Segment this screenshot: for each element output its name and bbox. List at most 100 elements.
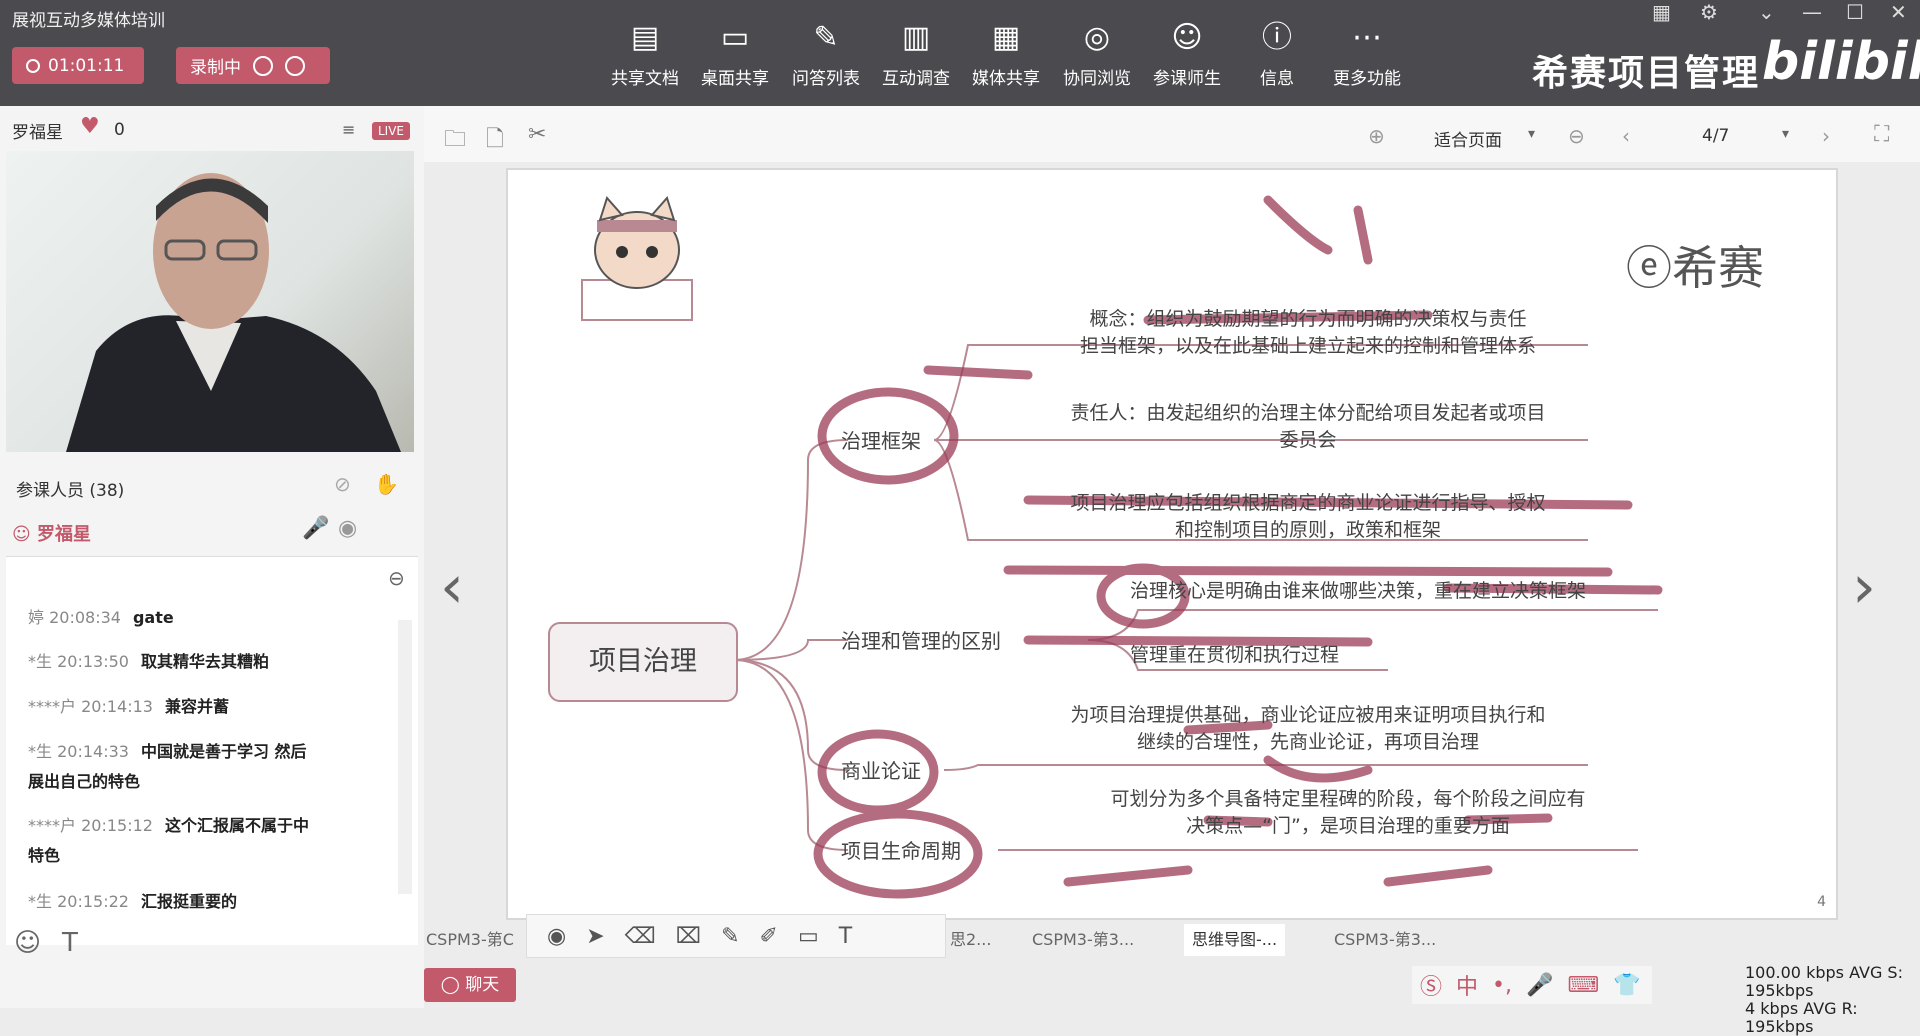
bandwidth-stats: 100.00 kbps AVG S: 195kbps 4 kbps AVG R: … [1745, 964, 1920, 1036]
rectangle-icon[interactable]: ▭ [798, 924, 819, 949]
leaf-governance-include: 项目治理应包括组织根据商定的商业论证进行指导、授权 和控制项目的原则，政策和框架 [1070, 492, 1546, 541]
document-toolbar [424, 106, 1920, 162]
toolbar-label: 信息 [1260, 69, 1294, 89]
toolbar-media-share[interactable]: ▦ 媒体共享 [961, 20, 1051, 89]
toolbar-label: 媒体共享 [972, 69, 1040, 89]
dropdown-icon[interactable]: ▾ [1528, 126, 1535, 142]
zoom-select[interactable]: 适合页面 [1434, 126, 1502, 151]
record-icon[interactable]: ◉ [547, 924, 566, 949]
highlighter-icon[interactable]: ✐ [760, 924, 778, 949]
page-dropdown-icon[interactable]: ▾ [1782, 126, 1789, 142]
punctuation-icon[interactable]: •, [1492, 973, 1512, 998]
sogou-logo-icon[interactable]: Ⓢ [1420, 969, 1442, 1001]
zoom-in-icon[interactable]: ⊕ [1368, 124, 1385, 148]
slide-next-arrow[interactable]: › [1852, 552, 1876, 622]
ime-mode[interactable]: 中 [1456, 969, 1478, 1001]
maximize-icon[interactable]: ☐ [1846, 0, 1864, 24]
toolbar-label: 更多功能 [1333, 69, 1401, 89]
desktop-share-icon: ▭ [720, 20, 750, 55]
toolbar-participants[interactable]: ☺ 参课师生 [1142, 20, 1232, 89]
branch-governance-vs-management: 治理和管理的区别 [841, 629, 1001, 653]
eraser-icon[interactable]: ⌫ [625, 924, 656, 949]
bandwidth-send: 100.00 kbps AVG S: 195kbps [1745, 963, 1903, 1000]
toolbar-desktop-share[interactable]: ▭ 桌面共享 [690, 20, 780, 89]
keyboard-icon[interactable]: ⌨ [1567, 973, 1599, 998]
more-icon: ⋯ [1352, 20, 1382, 55]
voice-icon[interactable]: 🎤 [1526, 973, 1553, 998]
branch-business-case: 商业论证 [841, 759, 921, 783]
chevron-down-icon[interactable]: ⌄ [1758, 0, 1775, 24]
slide-canvas: ⓔ希赛 项目治理 治理框架 治理和管理的区别 商业论证 项目生命周期 概念：组织… [506, 168, 1838, 920]
chat-message-cont: 特色 [28, 846, 61, 865]
toolbar-qa-list[interactable]: ✎ 问答列表 [781, 20, 871, 89]
doc-tab-active[interactable]: 思维导图-... [1184, 924, 1286, 956]
mute-all-icon[interactable]: ⊘ [334, 472, 351, 496]
chat-icon: ◯ [440, 975, 466, 995]
toolbar-label: 共享文档 [611, 69, 679, 89]
minimize-icon[interactable]: — [1802, 0, 1822, 24]
menu-icon[interactable]: ≡ [342, 120, 355, 139]
app-title: 展视互动多媒体培训 [12, 11, 165, 31]
branch-project-lifecycle: 项目生命周期 [841, 839, 961, 863]
toolbar-survey[interactable]: ▥ 互动调查 [871, 20, 961, 89]
prev-page-icon[interactable]: ‹ [1622, 124, 1630, 148]
bandwidth-receive: 4 kbps AVG R: 195kbps [1745, 999, 1858, 1036]
pen-icon[interactable]: ✎ [721, 924, 739, 949]
doc-tab[interactable]: CSPM3-第3... [1032, 924, 1134, 956]
cat-mascot-image [581, 196, 693, 321]
toolbar-co-browse[interactable]: ◎ 协同浏览 [1052, 20, 1142, 89]
camera-icon[interactable]: ◉ [338, 516, 357, 541]
timer-text: 01:01:11 [48, 55, 125, 76]
doc-tab[interactable]: CSPM3-第C [426, 924, 514, 956]
participant-row[interactable]: ☺ 罗福星 [12, 520, 91, 546]
brand-title: 希赛项目管理 [1532, 53, 1761, 94]
chat-message: *生 20:14:33 中国就是善于学习 然后 [28, 742, 307, 761]
host-name: 罗福星 [12, 123, 63, 143]
pointer-icon[interactable]: ➤ [586, 924, 604, 949]
user-icon: ☺ [12, 524, 38, 545]
text-tool-icon[interactable]: T [839, 924, 852, 949]
file-icon[interactable]: 🗋 [486, 122, 504, 160]
chat-button[interactable]: ◯ 聊天 [424, 968, 516, 1002]
scissors-icon[interactable]: ✂ [528, 122, 546, 147]
hand-icon[interactable]: ✋ [374, 472, 399, 496]
zoom-out-icon[interactable]: ⊖ [1568, 124, 1585, 148]
microphone-icon[interactable]: 🎤 [302, 516, 329, 541]
branch-governance-framework: 治理框架 [841, 429, 921, 453]
leaf-management-focus: 管理重在贯彻和执行过程 [1130, 644, 1340, 666]
doc-tab[interactable]: CSPM3-第3... [1334, 924, 1436, 956]
browse-icon: ◎ [1083, 20, 1111, 55]
skin-icon[interactable]: 👕 [1613, 973, 1640, 998]
gear-icon[interactable]: ⚙ [1700, 0, 1718, 24]
chat-scrollbar[interactable] [398, 620, 412, 894]
stop-record-icon[interactable] [285, 55, 305, 76]
pause-record-icon[interactable] [253, 55, 273, 76]
chat-message-cont: 展出自己的特色 [28, 772, 141, 791]
emoji-icon[interactable]: ☺ [14, 928, 41, 958]
folder-icon[interactable]: 🗀 [444, 122, 466, 160]
toolbar-share-document[interactable]: ▤ 共享文档 [600, 20, 690, 89]
mindmap-root: 项目治理 [548, 622, 738, 702]
doc-tab[interactable]: 思2... [950, 924, 991, 956]
collapse-icon[interactable]: ⊖ [388, 566, 405, 590]
media-share-icon: ▦ [991, 20, 1021, 55]
page-indicator[interactable]: 4/7 [1702, 126, 1729, 146]
clear-icon[interactable]: ⌧ [676, 924, 701, 949]
slide-prev-arrow[interactable]: ‹ [440, 552, 464, 622]
recording-badge[interactable]: 录制中 [176, 47, 330, 84]
presenter-silhouette [66, 173, 401, 452]
fullscreen-icon[interactable]: ⛶ [1874, 122, 1889, 147]
host-video [6, 151, 414, 452]
next-page-icon[interactable]: › [1822, 124, 1830, 148]
toolbar-label: 参课师生 [1153, 69, 1221, 89]
grid-icon[interactable]: ▦ [1652, 0, 1671, 24]
xisai-logo: ⓔ希赛 [1626, 241, 1764, 295]
toolbar-info[interactable]: ⓘ 信息 [1232, 20, 1322, 89]
leaf-lifecycle: 可划分为多个具备特定里程碑的阶段，每个阶段之间应有 决策点—“门”，是项目治理的重… [1110, 788, 1586, 837]
toolbar-more[interactable]: ⋯ 更多功能 [1322, 20, 1412, 89]
text-format-icon[interactable]: T [62, 928, 78, 958]
heart-icon[interactable]: ♥ [80, 114, 100, 139]
bilibili-logo: bilibili [1762, 32, 1920, 92]
close-icon[interactable]: ✕ [1890, 0, 1907, 24]
timer-badge[interactable]: 01:01:11 [12, 47, 144, 84]
